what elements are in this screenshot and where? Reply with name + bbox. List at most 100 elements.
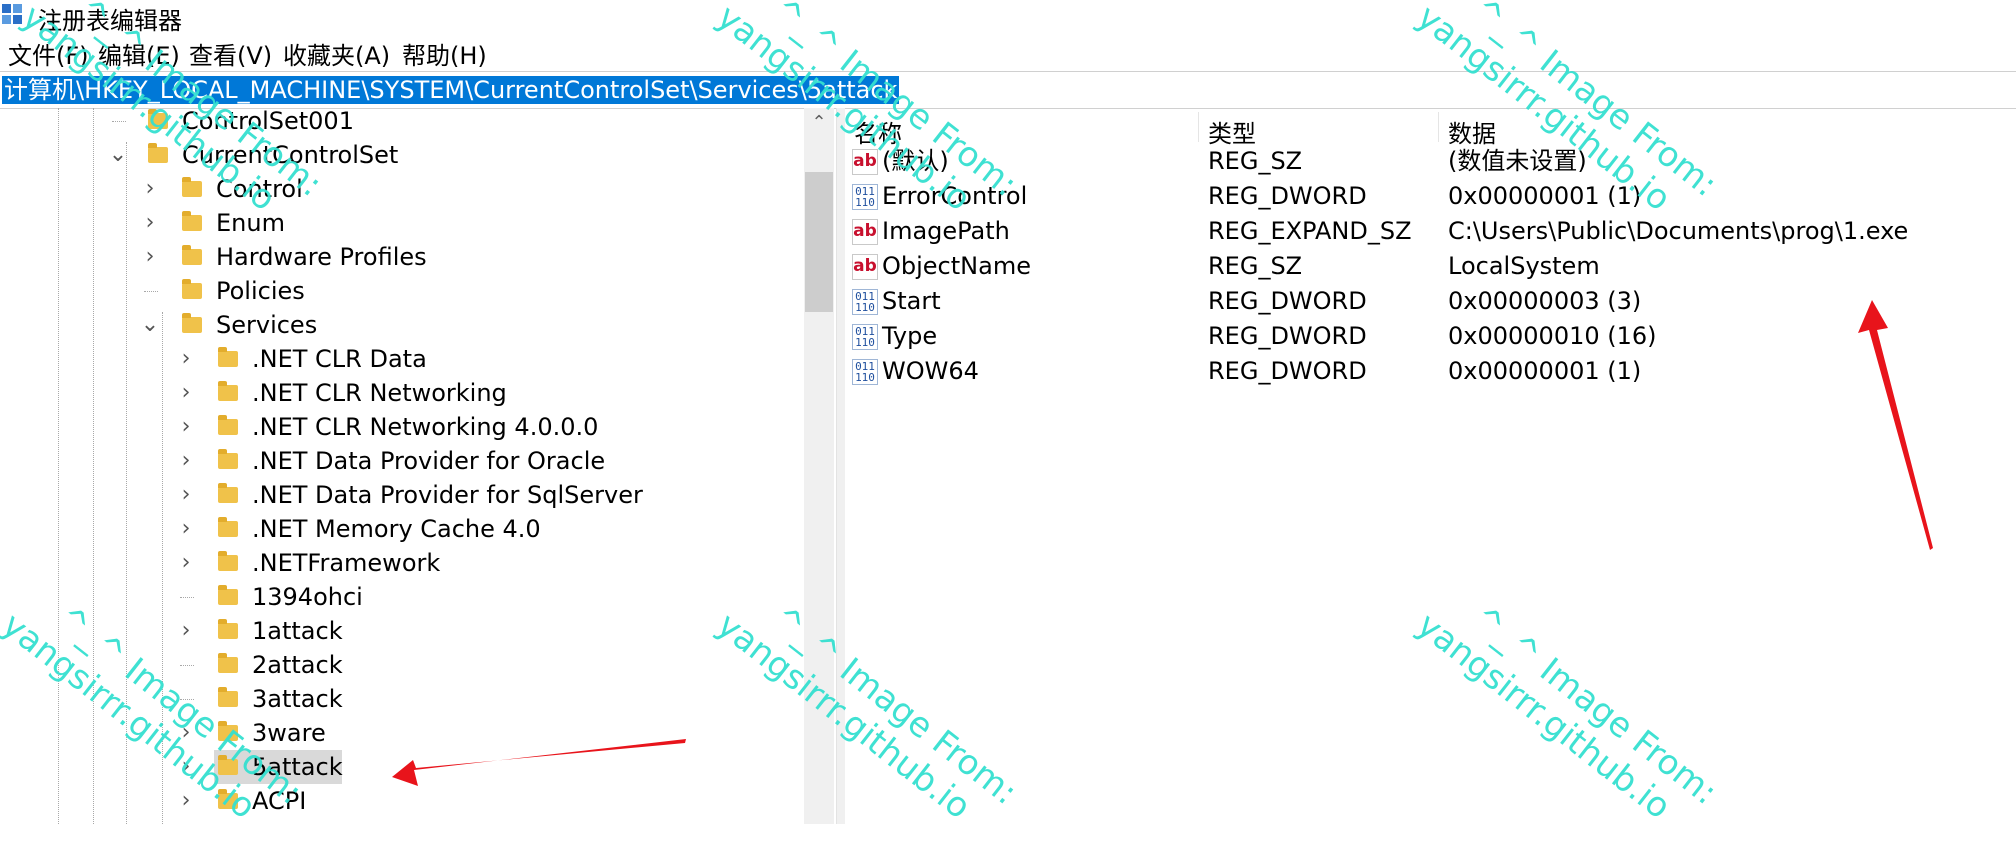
tree-node[interactable]: › .NET CLR Networking 4.0.0.0 xyxy=(0,410,800,444)
tree-node-label: 3attack xyxy=(252,685,343,713)
window-title: 注册表编辑器 xyxy=(38,7,182,35)
value-row[interactable]: 011 110 Type REG_DWORD 0x00000010 (16) xyxy=(846,319,2006,354)
tree-node-label: ControlSet001 xyxy=(182,108,354,135)
chevron-right-icon[interactable]: › xyxy=(176,750,196,784)
value-row[interactable]: 011 110 WOW64 REG_DWORD 0x00000001 (1) xyxy=(846,354,2006,389)
tree-node[interactable]: Policies xyxy=(0,274,800,308)
tree-node[interactable]: › .NET CLR Networking xyxy=(0,376,800,410)
tree-node-label: ACPI xyxy=(252,787,307,815)
chevron-right-icon[interactable]: › xyxy=(140,172,160,206)
folder-icon xyxy=(218,449,238,469)
folder-icon xyxy=(218,653,238,673)
dword-value-icon: 011 110 xyxy=(852,184,878,210)
chevron-right-icon[interactable]: › xyxy=(140,240,160,274)
menu-help[interactable]: 帮助(H) xyxy=(402,36,487,71)
tree-node[interactable]: › Hardware Profiles xyxy=(0,240,800,274)
tree-node-label: 5attack xyxy=(252,753,343,781)
tree-node[interactable]: › Enum xyxy=(0,206,800,240)
tree-node-label: .NETFramework xyxy=(252,549,441,577)
folder-icon xyxy=(148,109,168,129)
value-row[interactable]: ab ObjectName REG_SZ LocalSystem xyxy=(846,249,2006,284)
tree-node[interactable]: 1394ohci xyxy=(0,580,800,614)
tree-node[interactable]: › ACPI xyxy=(0,784,800,818)
tree-node[interactable]: › 1attack xyxy=(0,614,800,648)
string-value-icon: ab xyxy=(852,149,878,175)
chevron-right-icon[interactable]: › xyxy=(176,716,196,750)
tree-node[interactable]: › Control xyxy=(0,172,800,206)
value-row[interactable]: 011 110 ErrorControl REG_DWORD 0x00000001 (1… xyxy=(846,179,2006,214)
tree-node[interactable]: › .NET Memory Cache 4.0 xyxy=(0,512,800,546)
chevron-right-icon[interactable]: › xyxy=(176,410,196,444)
value-name: Type xyxy=(882,322,938,350)
tree-node[interactable]: › 5attack xyxy=(0,750,800,784)
chevron-right-icon[interactable]: › xyxy=(176,376,196,410)
value-row[interactable]: ab (默认) REG_SZ (数值未设置) xyxy=(846,144,2006,179)
tree-node-label: .NET CLR Networking 4.0.0.0 xyxy=(252,413,599,441)
menu-view[interactable]: 查看(V) xyxy=(189,36,272,71)
tree-node[interactable]: ⌄ Services xyxy=(0,308,800,342)
tree-node[interactable]: › .NETFramework xyxy=(0,546,800,580)
chevron-down-icon[interactable]: ⌄ xyxy=(140,308,160,342)
value-data: 0x00000010 (16) xyxy=(1448,322,1657,350)
folder-icon xyxy=(148,143,168,163)
tree-node-label: Hardware Profiles xyxy=(216,243,427,271)
value-type: REG_DWORD xyxy=(1208,287,1367,315)
value-name: ObjectName xyxy=(882,252,1031,280)
tree-node[interactable]: ControlSet001 xyxy=(0,108,800,138)
value-data: (数值未设置) xyxy=(1448,147,1587,175)
chevron-right-icon[interactable]: › xyxy=(176,444,196,478)
value-data: 0x00000001 (1) xyxy=(1448,357,1642,385)
tree-node[interactable]: › .NET Data Provider for Oracle xyxy=(0,444,800,478)
value-type: REG_SZ xyxy=(1208,252,1303,280)
folder-icon xyxy=(218,415,238,435)
value-row[interactable]: 011 110 Start REG_DWORD 0x00000003 (3) xyxy=(846,284,2006,319)
tree-node-label: .NET Data Provider for SqlServer xyxy=(252,481,643,509)
tree-node-label: 3ware xyxy=(252,719,326,747)
tree-node-label: .NET Memory Cache 4.0 xyxy=(252,515,541,543)
scrollbar-thumb[interactable] xyxy=(805,172,833,312)
chevron-right-icon[interactable]: › xyxy=(176,546,196,580)
folder-icon xyxy=(182,279,202,299)
value-name: Start xyxy=(882,287,941,315)
menu-bar: 文件(F) 编辑(E) 查看(V) 收藏夹(A) 帮助(H) xyxy=(0,34,2016,71)
folder-icon xyxy=(218,347,238,367)
pane-splitter[interactable] xyxy=(836,108,845,824)
value-row[interactable]: ab ImagePath REG_EXPAND_SZ C:\Users\Public\… xyxy=(846,214,2006,249)
menu-favorites[interactable]: 收藏夹(A) xyxy=(283,36,390,71)
folder-icon xyxy=(218,517,238,537)
tree-node[interactable]: ⌄ CurrentControlSet xyxy=(0,138,800,172)
tree-node[interactable]: › 3ware xyxy=(0,716,800,750)
chevron-right-icon[interactable]: › xyxy=(176,614,196,648)
chevron-right-icon[interactable]: › xyxy=(140,206,160,240)
dword-value-icon: 011 110 xyxy=(852,359,878,385)
folder-icon xyxy=(182,313,202,333)
folder-icon xyxy=(218,721,238,741)
tree-node[interactable]: › .NET Data Provider for SqlServer xyxy=(0,478,800,512)
address-path[interactable]: 计算机\HKEY_LOCAL_MACHINE\SYSTEM\CurrentCon… xyxy=(2,76,900,104)
folder-icon xyxy=(218,585,238,605)
value-name: ErrorControl xyxy=(882,182,1028,210)
chevron-right-icon[interactable]: › xyxy=(176,342,196,376)
scroll-up-icon[interactable]: ⌃ xyxy=(804,108,834,138)
regedit-app-icon xyxy=(2,4,24,26)
tree-node[interactable]: › .NET CLR Data xyxy=(0,342,800,376)
value-type: REG_DWORD xyxy=(1208,322,1367,350)
menu-edit[interactable]: 编辑(E) xyxy=(98,36,180,71)
chevron-right-icon[interactable]: › xyxy=(176,512,196,546)
value-data: 0x00000003 (3) xyxy=(1448,287,1642,315)
tree-scrollbar[interactable]: ⌃ xyxy=(804,108,834,824)
tree-node-label: .NET CLR Data xyxy=(252,345,427,373)
registry-values-list[interactable]: 名称 类型 数据 ab (默认) REG_SZ (数值未设置) 011 110 ErrorC… xyxy=(846,108,2016,824)
registry-key-tree[interactable]: ControlSet001 ⌄ CurrentControlSet › Control ›… xyxy=(0,108,804,824)
tree-node-label: Control xyxy=(216,175,303,203)
address-bar[interactable]: 计算机\HKEY_LOCAL_MACHINE\SYSTEM\CurrentCon… xyxy=(0,71,2016,109)
chevron-right-icon[interactable]: › xyxy=(176,478,196,512)
chevron-down-icon[interactable]: ⌄ xyxy=(108,138,128,172)
tree-node-label: 2attack xyxy=(252,651,343,679)
folder-icon xyxy=(218,789,238,809)
menu-file[interactable]: 文件(F) xyxy=(8,36,89,71)
tree-node[interactable]: 3attack xyxy=(0,682,800,716)
chevron-right-icon[interactable]: › xyxy=(176,784,196,818)
tree-node[interactable]: 2attack xyxy=(0,648,800,682)
tree-node-label: Services xyxy=(216,311,318,339)
